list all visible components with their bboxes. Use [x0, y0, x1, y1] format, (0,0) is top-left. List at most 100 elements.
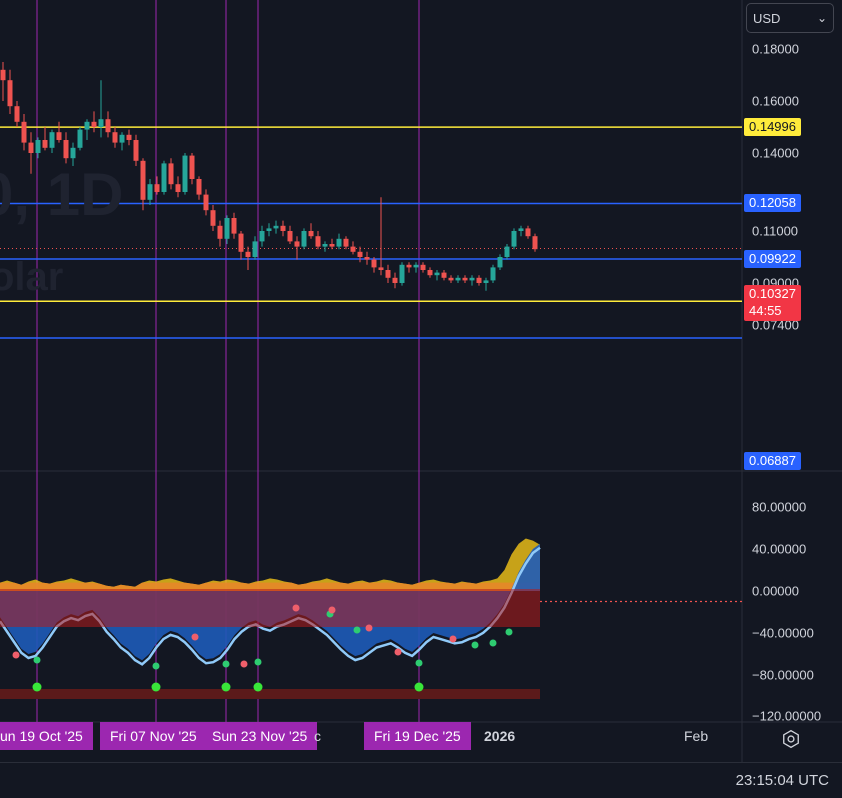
candle-body	[301, 231, 307, 247]
gear-icon[interactable]	[781, 729, 801, 749]
candle-body	[273, 225, 279, 229]
price-tick: 0.18000	[752, 41, 799, 57]
candle-body	[252, 241, 258, 257]
osc-signal-dot	[221, 682, 231, 692]
candle-body	[21, 121, 27, 143]
candle-body	[91, 121, 97, 127]
candle-body	[364, 257, 370, 260]
candle-body	[525, 228, 531, 237]
candle-body	[357, 251, 363, 257]
candle-body	[350, 246, 356, 252]
osc-red-dot	[328, 606, 336, 614]
last-price-badge: 0.10327 44:55	[744, 285, 801, 321]
candle-body	[315, 236, 321, 247]
osc-green-dot	[254, 658, 262, 666]
candle-body	[175, 184, 181, 192]
utc-clock: 23:15:04 UTC	[735, 772, 829, 789]
candle-body	[168, 163, 174, 185]
price-tick: 0.16000	[752, 93, 799, 109]
price-line-badge: 0.06887	[744, 452, 801, 470]
candle-body	[392, 277, 398, 283]
osc-red-dot	[12, 651, 20, 659]
candle-body	[504, 246, 510, 257]
price-line-badge: 0.12058	[744, 194, 801, 213]
candle-body	[476, 277, 482, 283]
price-line-badge: 0.14996	[744, 118, 801, 137]
candle-body	[133, 140, 139, 161]
osc-green-dot	[353, 626, 361, 634]
candle-body	[84, 121, 90, 130]
candle-body	[518, 228, 524, 231]
candle-body	[126, 134, 132, 140]
candle-body	[294, 241, 300, 247]
time-tick-2026: 2026	[484, 728, 516, 744]
candle-body	[147, 184, 153, 200]
candle-body	[329, 244, 335, 247]
candle-body	[336, 238, 342, 247]
candle-body	[231, 218, 237, 234]
candle-body	[413, 264, 419, 268]
chevron-down-icon: ⌄	[816, 11, 827, 25]
time-tag-nov23: Sun 23 Nov '25	[202, 722, 318, 750]
candle-body	[63, 140, 69, 159]
osc-green-dot	[152, 662, 160, 670]
candle-body	[371, 259, 377, 268]
candle-body	[378, 267, 384, 270]
candle-body	[161, 163, 167, 192]
osc-green-dot	[505, 628, 513, 636]
candle-body	[322, 244, 328, 247]
candle-body	[399, 264, 405, 283]
candle-body	[462, 277, 468, 281]
price-tick: 0.14000	[752, 145, 799, 161]
price-tick: 0.11000	[752, 223, 799, 239]
candle-body	[70, 147, 76, 159]
candle-body	[224, 218, 230, 239]
candle-body	[238, 233, 244, 252]
currency-selector[interactable]: USD ⌄	[746, 3, 834, 33]
osc-signal-dot	[151, 682, 161, 692]
candle-body	[434, 272, 440, 276]
osc-red-dot	[365, 624, 373, 632]
osc-red-dot	[292, 604, 300, 612]
osc-green-dot	[33, 656, 41, 664]
candle-body	[280, 225, 286, 231]
candle-body	[98, 119, 104, 127]
time-tag-nov07: Fri 07 Nov '25	[100, 722, 207, 750]
candle-body	[420, 264, 426, 270]
candle-body	[245, 251, 251, 257]
osc-green-dot	[222, 660, 230, 668]
osc-green-dot	[415, 659, 423, 667]
last-price-value: 0.10327	[749, 286, 796, 301]
osc-bottom-bar	[0, 689, 540, 699]
candle-body	[35, 140, 41, 153]
candle-body	[182, 155, 188, 192]
osc-tick: 0.00000	[752, 583, 799, 599]
candle-body	[77, 129, 83, 148]
chart-canvas[interactable]	[0, 0, 842, 797]
candle-body	[217, 225, 223, 239]
candle-body	[483, 280, 489, 283]
candle-body	[196, 179, 202, 195]
candle-body	[343, 238, 349, 247]
candle-body	[469, 277, 475, 281]
watermark-source: olar	[0, 255, 64, 299]
osc-tick: 40.00000	[752, 541, 807, 557]
osc-red-dot	[449, 635, 457, 643]
currency-label: USD	[753, 10, 781, 26]
osc-green-dot	[471, 641, 479, 649]
osc-red-dot	[191, 633, 199, 641]
candle-body	[112, 132, 118, 143]
osc-signal-dot	[32, 682, 42, 692]
time-tag-oct: un 19 Oct '25	[0, 722, 93, 750]
osc-tick: −40.00000	[752, 625, 814, 641]
osc-signal-dot	[414, 682, 424, 692]
candle-body	[210, 210, 216, 226]
candle-body	[448, 277, 454, 281]
status-bar: 23:15:04 UTC	[0, 762, 842, 798]
time-tick-feb: Feb	[684, 728, 709, 744]
candle-body	[49, 132, 55, 148]
osc-signal-dot	[253, 682, 263, 692]
candle-body	[490, 267, 496, 281]
candle-body	[14, 106, 20, 122]
candle-body	[287, 231, 293, 242]
